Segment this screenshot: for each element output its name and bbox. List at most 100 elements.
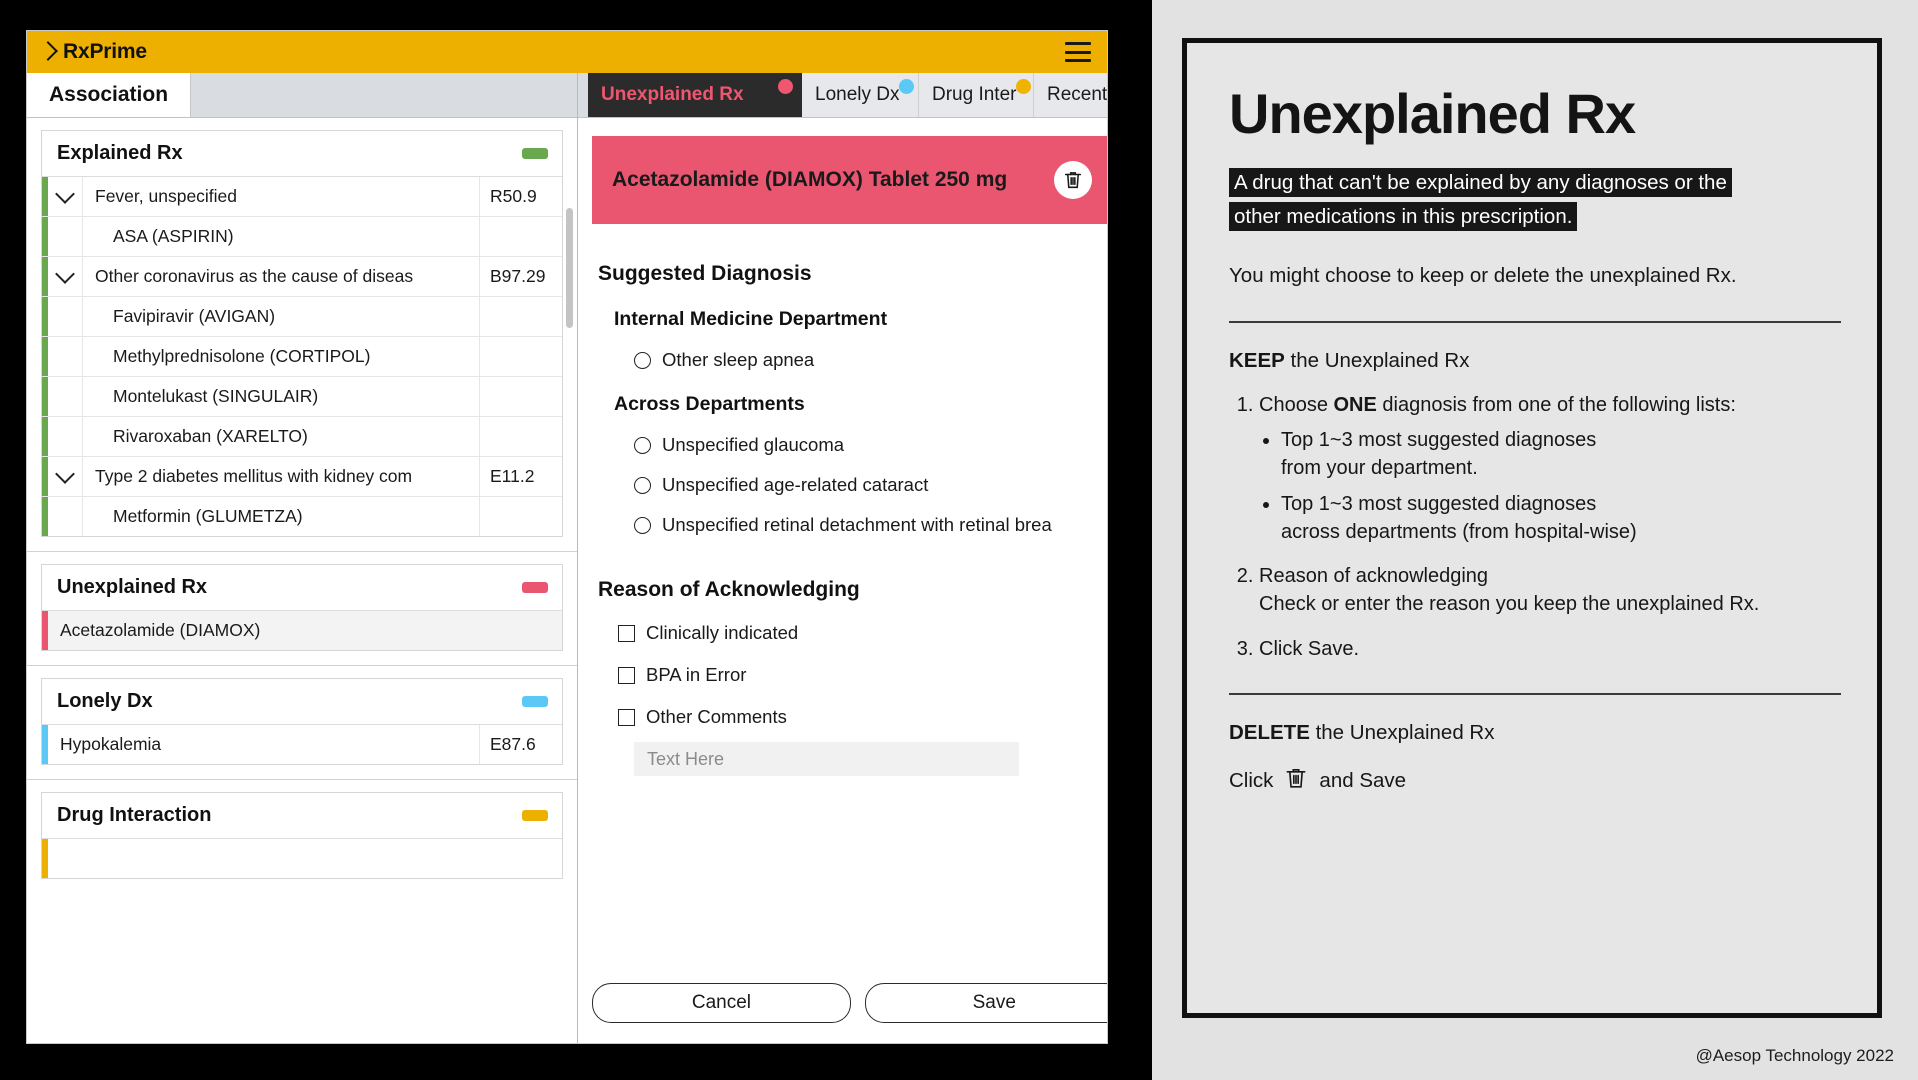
checkbox-other-comments[interactable]: Other Comments [618,706,1107,728]
radio-icon[interactable] [634,436,651,454]
tab-label: Recent Rx [1047,84,1108,105]
left-scrollbar-thumb[interactable] [566,208,573,328]
step-2: Reason of acknowledging Check or enter t… [1259,562,1841,619]
bullet-1-line-2: from your department. [1281,456,1478,479]
row-code [479,377,562,416]
table-row[interactable]: Metformin (GLUMETZA) [42,497,562,536]
row-label: ASA (ASPIRIN) [113,226,234,246]
save-button[interactable]: Save [864,983,1107,1023]
row-expander-empty [48,297,83,336]
table-row[interactable]: Type 2 diabetes mellitus with kidney com… [42,457,562,497]
diagnosis-option[interactable]: Unspecified retinal detachment with reti… [634,514,1107,536]
app-body: Association Explained Rx Fever, unspecif… [27,73,1107,1043]
radio-icon[interactable] [634,351,651,369]
table-row[interactable]: Hypokalemia E87.6 [42,725,562,764]
table-row[interactable]: Rivaroxaban (XARELTO) [42,417,562,457]
keep-steps: Choose ONE diagnosis from one of the fol… [1229,391,1841,663]
comment-input[interactable]: Text Here [634,742,1019,776]
row-code: E87.6 [479,725,562,764]
card-title: Lonely Dx [57,690,153,712]
card-header: Explained Rx [42,131,562,177]
detail-scroll-area[interactable]: Acetazolamide (DIAMOX) Tablet 250 mg Sug… [578,118,1107,953]
explainer-intro: You might choose to keep or delete the u… [1229,263,1737,287]
row-label: Acetazolamide (DIAMOX) [60,620,261,640]
row-code [479,497,562,536]
tab-recent-rx[interactable]: Recent Rx [1034,73,1108,117]
app-title: RxPrime [63,40,147,63]
table-row[interactable]: ASA (ASPIRIN) [42,217,562,257]
delete-rest: the Unexplained Rx [1309,720,1495,744]
keep-bold: KEEP [1229,349,1285,373]
card-lonely-dx: Lonely Dx Hypokalemia E87.6 [41,678,563,765]
explainer-region: Unexplained Rx A drug that can't be expl… [1152,0,1918,1080]
checkbox-clinically-indicated[interactable]: Clinically indicated [618,622,1107,644]
row-expander[interactable] [48,257,83,296]
row-label: Rivaroxaban (XARELTO) [113,426,308,446]
association-list[interactable]: Explained Rx Fever, unspecified R50.9 AS… [27,118,577,1043]
step-1: Choose ONE diagnosis from one of the fol… [1259,391,1841,545]
table-row[interactable] [42,839,562,878]
step-2-line-2: Check or enter the reason you keep the u… [1259,593,1760,616]
divider [1229,321,1841,324]
bullet-2-line-1: Top 1~3 most suggested diagnoses [1281,492,1597,515]
chevron-down-icon [55,463,75,484]
chevron-right-icon [38,41,58,61]
step-1-pre: Choose [1259,394,1334,417]
tab-association[interactable]: Association [27,73,192,117]
group-heading-internal-medicine: Internal Medicine Department [614,308,888,330]
card-drug-interaction: Drug Interaction [41,792,563,879]
bullet-2-line-2: across departments (from hospital-wise) [1281,520,1637,543]
table-row[interactable]: Other coronavirus as the cause of diseas… [42,257,562,297]
tab-lonely-dx[interactable]: Lonely Dx [802,73,919,117]
table-row[interactable]: Fever, unspecified R50.9 [42,177,562,217]
table-row[interactable]: Methylprednisolone (CORTIPOL) [42,337,562,377]
row-label: Montelukast (SINGULAIR) [113,386,319,406]
cancel-button[interactable]: Cancel [592,983,851,1023]
checkbox-icon[interactable] [618,708,635,726]
tab-label: Unexplained Rx [601,84,744,105]
chevron-down-icon [55,183,75,204]
row-expander-empty [48,337,83,376]
app-region: RxPrime Association Explained Rx Fever, … [0,0,1152,1080]
table-row[interactable]: Favipiravir (AVIGAN) [42,297,562,337]
left-tab-strip: Association [27,73,577,118]
diagnosis-option[interactable]: Other sleep apnea [634,349,1107,371]
reason-heading: Reason of Acknowledging [598,578,860,601]
checkbox-icon[interactable] [618,624,635,642]
click-prefix: Click [1229,768,1274,792]
badge-dot-pink [778,79,793,94]
divider [1229,692,1841,695]
card-explained-rx: Explained Rx Fever, unspecified R50.9 AS… [41,130,563,537]
radio-icon[interactable] [634,516,651,534]
row-label [48,839,562,878]
trash-icon[interactable] [1053,161,1092,199]
row-expander-empty [48,217,83,256]
checkbox-icon[interactable] [618,666,635,684]
tab-drug-interaction[interactable]: Drug Inter [919,73,1034,117]
card-title: Unexplained Rx [57,576,208,598]
delete-heading: DELETE the Unexplained Rx [1229,721,1841,745]
definition-line-2: other medications in this prescription. [1229,202,1578,232]
checkbox-bpa-in-error[interactable]: BPA in Error [618,664,1107,686]
row-expander[interactable] [48,457,83,496]
table-row[interactable]: Montelukast (SINGULAIR) [42,377,562,417]
radio-icon[interactable] [634,476,651,494]
diagnosis-option[interactable]: Unspecified glaucoma [634,434,1107,456]
diagnosis-option[interactable]: Unspecified age-related cataract [634,474,1107,496]
row-expander[interactable] [48,177,83,216]
row-expander-empty [48,497,83,536]
row-code [479,337,562,376]
hamburger-line [1065,42,1091,45]
tab-unexplained-rx[interactable]: Unexplained Rx [588,73,802,117]
category-pill-blue [522,696,548,707]
row-code: E11.2 [479,457,562,496]
app-brand: RxPrime [38,40,147,64]
explainer-title: Unexplained Rx [1229,82,1636,145]
table-row[interactable]: Acetazolamide (DIAMOX) [42,611,562,650]
hamburger-icon[interactable] [1065,42,1091,62]
card-title: Drug Interaction [57,804,212,826]
hamburger-line [1065,59,1091,62]
keep-heading: KEEP the Unexplained Rx [1229,349,1841,373]
step-3: Click Save. [1259,635,1841,663]
category-pill-pink [522,582,548,593]
